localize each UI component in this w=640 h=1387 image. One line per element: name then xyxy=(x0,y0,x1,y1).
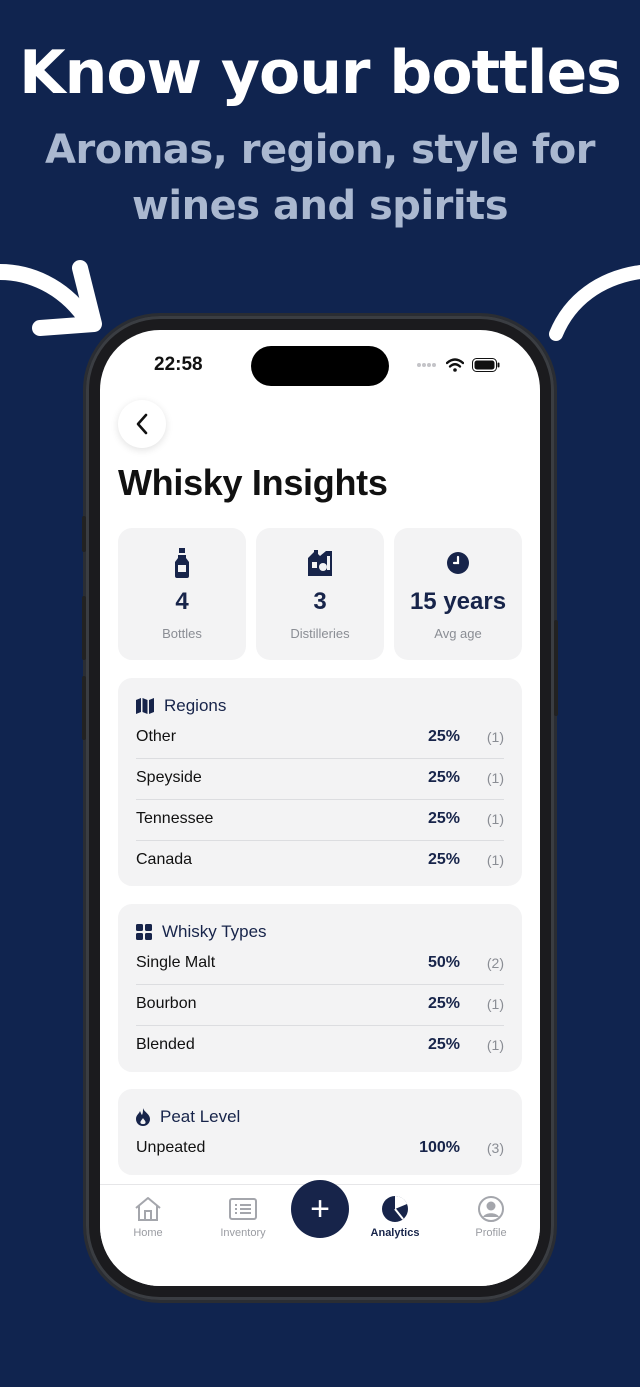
stat-card-avg-age: 15 years Avg age xyxy=(394,528,522,660)
distillery-icon xyxy=(308,550,332,576)
row-percent: 25% xyxy=(427,810,460,827)
phone-side-button xyxy=(554,620,558,716)
phone-side-button xyxy=(82,596,86,660)
row-count: (3) xyxy=(486,1140,504,1156)
type-row: Blended 25% (1) xyxy=(136,1026,504,1066)
row-name: Unpeated xyxy=(136,1139,206,1156)
curved-arrow-left-icon xyxy=(0,260,102,336)
row-name: Bourbon xyxy=(136,995,197,1012)
peat-row: Unpeated 100% (3) xyxy=(136,1129,504,1169)
region-row: Speyside 25% (1) xyxy=(136,759,504,800)
promo-subline: Aromas, region, style for wines and spir… xyxy=(40,122,600,234)
peat-level-card: Peat Level Unpeated 100% (3) xyxy=(118,1089,522,1175)
row-count: (1) xyxy=(486,811,504,827)
wifi-icon xyxy=(446,358,464,372)
whisky-types-card: Whisky Types Single Malt 50% (2) Bourbon… xyxy=(118,904,522,1072)
row-percent: 100% xyxy=(419,1139,460,1156)
tab-label: Analytics xyxy=(370,1227,420,1239)
back-button[interactable] xyxy=(118,400,166,448)
curved-arrow-right-icon xyxy=(549,265,640,341)
card-title: Regions xyxy=(164,696,227,715)
promo-subline-1: Aromas, region, style for xyxy=(45,127,595,173)
row-count: (1) xyxy=(486,770,504,786)
row-count: (1) xyxy=(486,729,504,745)
bottle-icon xyxy=(175,548,189,578)
app-screen: 22:58 Whisky Insights 4 Bottles 3 Distil… xyxy=(100,330,540,1286)
grid-icon xyxy=(136,924,152,940)
row-count: (1) xyxy=(486,1037,504,1053)
list-icon xyxy=(229,1198,257,1220)
phone-side-button xyxy=(82,516,86,552)
row-count: (1) xyxy=(486,852,504,868)
row-percent: 25% xyxy=(427,851,460,868)
flame-icon xyxy=(136,1108,150,1126)
tab-inventory[interactable]: Inventory xyxy=(208,1195,278,1239)
page-title: Whisky Insights xyxy=(118,462,388,503)
region-row: Canada 25% (1) xyxy=(136,841,504,881)
stat-label: Bottles xyxy=(162,626,202,641)
row-percent: 50% xyxy=(427,954,460,971)
tab-label: Home xyxy=(133,1227,163,1239)
row-name: Blended xyxy=(136,1036,195,1053)
status-icons xyxy=(416,358,500,372)
type-row: Single Malt 50% (2) xyxy=(136,944,504,985)
stat-label: Distilleries xyxy=(290,626,350,641)
regions-card: Regions Other 25% (1) Speyside 25% (1) T… xyxy=(118,678,522,886)
row-count: (2) xyxy=(486,955,504,971)
home-icon xyxy=(135,1197,161,1221)
tab-label: Profile xyxy=(475,1227,507,1239)
tab-analytics[interactable]: Analytics xyxy=(360,1195,430,1239)
clock-icon xyxy=(447,552,469,574)
stat-label: Avg age xyxy=(434,626,482,641)
stat-value: 3 xyxy=(313,588,327,615)
row-percent: 25% xyxy=(427,728,460,745)
row-name: Speyside xyxy=(136,769,202,786)
promo-subline-2: wines and spirits xyxy=(131,183,509,229)
stat-value: 15 years xyxy=(409,588,507,615)
tab-profile[interactable]: Profile xyxy=(456,1195,526,1239)
row-count: (1) xyxy=(486,996,504,1012)
region-row: Other 25% (1) xyxy=(136,718,504,759)
type-row: Bourbon 25% (1) xyxy=(136,985,504,1026)
row-percent: 25% xyxy=(427,1036,460,1053)
status-time: 22:58 xyxy=(154,354,203,375)
pie-chart-icon xyxy=(382,1196,408,1222)
row-name: Single Malt xyxy=(136,954,216,971)
battery-icon xyxy=(472,358,500,372)
chevron-left-icon xyxy=(136,413,148,435)
card-title: Peat Level xyxy=(160,1107,241,1126)
dynamic-island xyxy=(251,346,389,386)
region-row: Tennessee 25% (1) xyxy=(136,800,504,841)
tab-label: Inventory xyxy=(220,1227,266,1239)
signal-icon xyxy=(417,363,436,367)
card-header: Regions xyxy=(136,696,226,716)
card-header: Peat Level xyxy=(136,1107,240,1127)
row-name: Canada xyxy=(136,851,193,868)
card-title: Whisky Types xyxy=(162,922,267,941)
stat-value: 4 xyxy=(175,588,189,615)
add-bottle-button[interactable]: + xyxy=(291,1180,349,1238)
stat-card-distilleries: 3 Distilleries xyxy=(256,528,384,660)
tab-home[interactable]: Home xyxy=(113,1195,183,1239)
row-percent: 25% xyxy=(427,769,460,786)
profile-icon xyxy=(478,1196,504,1222)
phone-side-button xyxy=(82,676,86,740)
card-header: Whisky Types xyxy=(136,922,267,942)
row-name: Tennessee xyxy=(136,810,214,827)
stat-card-bottles: 4 Bottles xyxy=(118,528,246,660)
promo-headline: Know your bottles xyxy=(19,38,622,108)
row-percent: 25% xyxy=(427,995,460,1012)
row-name: Other xyxy=(136,728,177,745)
map-icon xyxy=(136,698,154,714)
